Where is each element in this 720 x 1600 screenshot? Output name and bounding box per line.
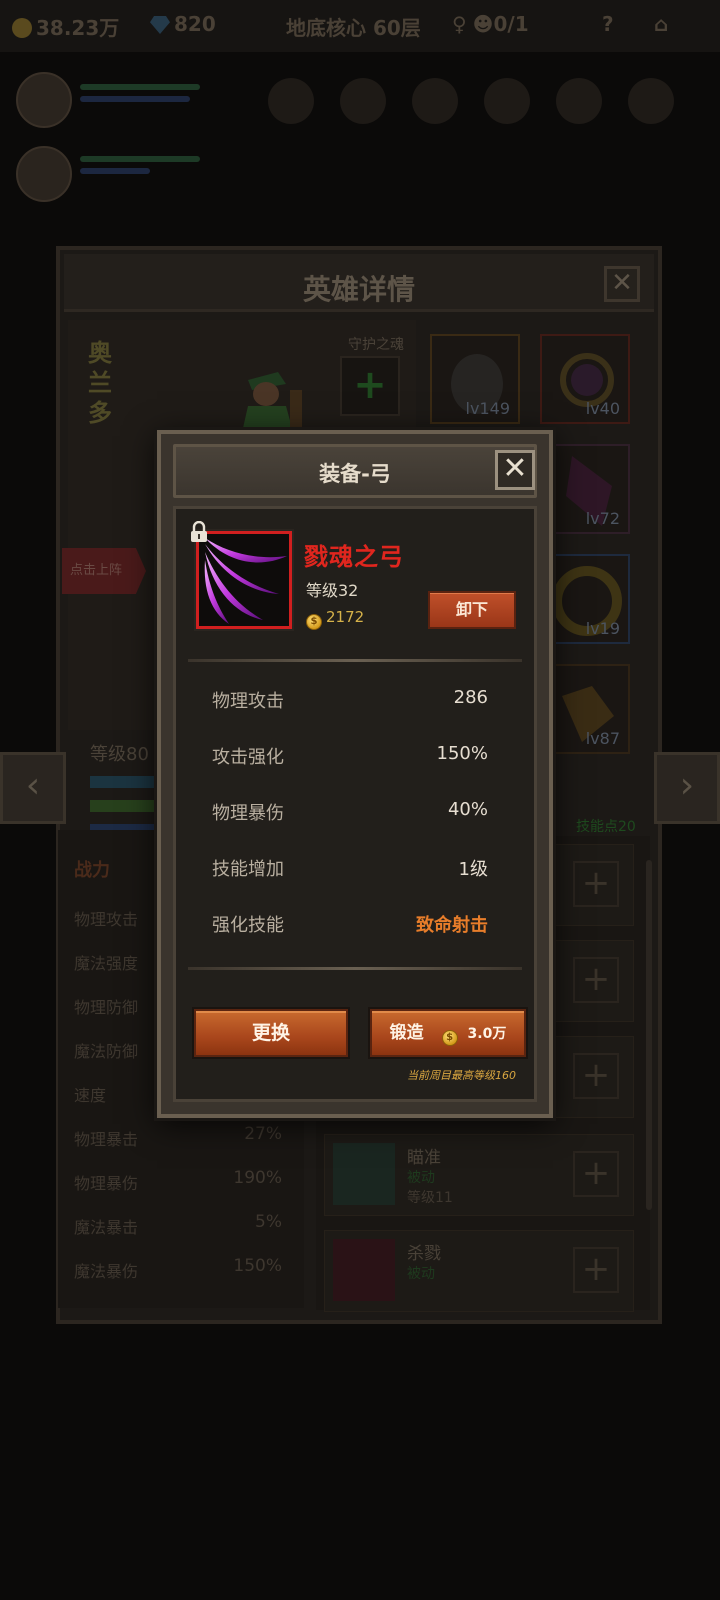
top-resource-bar: 38.23万 820 地底核心 60层 ♀ ☻0/1 ? ⌂ xyxy=(0,0,720,52)
item-level: 等级32 xyxy=(306,581,359,600)
coin-icon: $ xyxy=(306,614,322,630)
forge-max-level-note: 当前周目最高等级160 xyxy=(407,1069,516,1082)
aim-skill-icon xyxy=(333,1143,395,1205)
gold-icon xyxy=(12,18,32,38)
skill-level: 等级11 xyxy=(407,1190,453,1206)
equipment-slot-helmet[interactable]: lv149 xyxy=(430,334,520,424)
skill-slot-icon[interactable] xyxy=(412,78,458,124)
attribute-label: 物理暴伤 xyxy=(212,803,284,824)
skull-icon: ☻ xyxy=(472,12,494,36)
guard-soul-label: 守护之魂 xyxy=(348,337,404,353)
skill-slot-icon[interactable] xyxy=(556,78,602,124)
help-icon[interactable]: ? xyxy=(602,12,614,36)
hero-panel-close-button[interactable]: ✕ xyxy=(604,266,640,302)
stat-label: 魔法暴击 xyxy=(74,1218,139,1237)
attribute-label: 物理攻击 xyxy=(212,691,284,712)
divider xyxy=(188,967,522,970)
stat-label: 速度 xyxy=(74,1086,107,1105)
modal-close-button[interactable]: ✕ xyxy=(495,450,535,490)
gem-icon xyxy=(150,16,170,34)
previous-hero-button[interactable]: ‹ xyxy=(0,752,66,824)
equipment-slot-armor[interactable]: lv72 xyxy=(540,444,630,534)
attribute-label: 技能增加 xyxy=(212,859,284,880)
skill-type: 被动 xyxy=(407,1170,435,1186)
guard-soul-add-button[interactable]: + xyxy=(340,356,400,416)
key-icon: ♀ xyxy=(452,12,467,36)
equipment-slot-boots[interactable]: lv87 xyxy=(540,664,630,754)
modal-body: 戮魂之弓 等级32 $2172 卸下 物理攻击 286 攻击强化 150% 物理… xyxy=(173,506,537,1102)
stat-label: 物理暴伤 xyxy=(74,1174,139,1193)
equipment-detail-modal: 装备-弓 ✕ 戮魂之弓 等级32 $ 2172 卸下 物理攻击 286 攻击强化… xyxy=(157,430,553,1118)
stat-value: 5% xyxy=(255,1212,282,1232)
stat-label: 物理攻击 xyxy=(74,910,139,929)
enhanced-skill-value: 致命射击 xyxy=(416,915,488,936)
attribute-value: 286 xyxy=(453,687,488,708)
power-label: 战力 xyxy=(74,860,110,881)
modal-title: 装备-弓 xyxy=(319,462,391,486)
forge-cost: 3.0万 xyxy=(467,1026,507,1042)
skill-name: 杀戮 xyxy=(407,1244,441,1264)
skill-row: 杀戮 被动 + xyxy=(324,1230,634,1312)
hero-panel-title: 英雄详情 xyxy=(302,273,415,306)
mp-bar xyxy=(80,96,190,102)
purple-bow-icon xyxy=(204,538,287,624)
stat-value: 190% xyxy=(233,1168,282,1188)
replace-button[interactable]: 更换 xyxy=(194,1009,348,1057)
hero-avatar[interactable] xyxy=(16,72,72,128)
unequip-button[interactable]: 卸下 xyxy=(428,591,516,629)
hero-panel-header: 英雄详情 ✕ xyxy=(64,254,654,312)
home-icon[interactable]: ⌂ xyxy=(654,12,668,36)
stat-label: 物理暴击 xyxy=(74,1130,139,1149)
skill-name: 瞄准 xyxy=(407,1148,441,1168)
attribute-value: 150% xyxy=(436,743,488,764)
item-sell-price: $2172 xyxy=(306,608,364,630)
gold-counter: 38.23万 xyxy=(12,12,119,41)
divider xyxy=(188,659,522,662)
stat-label: 魔法暴伤 xyxy=(74,1262,139,1281)
hero-level: 等级80 xyxy=(90,744,149,765)
deploy-tag[interactable]: 点击上阵 xyxy=(62,548,146,594)
attribute-label: 强化技能 xyxy=(212,915,284,936)
attribute-value: 1级 xyxy=(458,859,488,880)
slaughter-skill-icon xyxy=(333,1239,395,1301)
skill-slot-icon[interactable] xyxy=(484,78,530,124)
skill-type: 被动 xyxy=(407,1266,435,1282)
coin-icon: $ xyxy=(441,1030,458,1046)
modal-header: 装备-弓 xyxy=(173,444,537,498)
stat-label: 魔法防御 xyxy=(74,1042,139,1061)
skill-upgrade-button[interactable]: + xyxy=(573,957,619,1003)
stat-label: 魔法强度 xyxy=(74,954,139,973)
stage-label: 地底核心 60层 xyxy=(286,16,421,40)
skill-row: 瞄准 被动 等级11 + xyxy=(324,1134,634,1216)
skills-scrollbar[interactable] xyxy=(646,860,652,1210)
hp-bar xyxy=(80,84,200,90)
attribute-label: 攻击强化 xyxy=(212,747,284,768)
skill-upgrade-button[interactable]: + xyxy=(573,1053,619,1099)
next-hero-button[interactable]: › xyxy=(654,752,720,824)
stat-value: 27% xyxy=(244,1124,282,1144)
gem-counter: 820 xyxy=(150,12,216,36)
skill-upgrade-button[interactable]: + xyxy=(573,1151,619,1197)
skill-slot-icon[interactable] xyxy=(268,78,314,124)
item-icon-frame[interactable] xyxy=(196,531,292,629)
skill-slot-icon[interactable] xyxy=(340,78,386,124)
equipment-slot-ring[interactable]: lv19 xyxy=(540,554,630,644)
item-name: 戮魂之弓 xyxy=(304,543,404,571)
stat-value: 150% xyxy=(233,1256,282,1276)
hp-bar xyxy=(80,156,200,162)
stat-label: 物理防御 xyxy=(74,998,139,1017)
skill-upgrade-button[interactable]: + xyxy=(573,1247,619,1293)
skill-slot-icon[interactable] xyxy=(628,78,674,124)
hero-name: 奥兰多 xyxy=(88,339,112,427)
hero-strip xyxy=(0,60,720,240)
lock-icon[interactable] xyxy=(190,521,208,543)
skill-points: 技能点20 xyxy=(576,819,636,835)
skill-upgrade-button[interactable]: + xyxy=(573,861,619,907)
mp-bar xyxy=(80,168,150,174)
hero-avatar[interactable] xyxy=(16,146,72,202)
attribute-value: 40% xyxy=(447,799,488,820)
forge-button[interactable]: 锻造 $3.0万 xyxy=(370,1009,526,1057)
key-counter: ♀ ☻0/1 xyxy=(452,12,529,36)
equipment-slot-amulet[interactable]: lv40 xyxy=(540,334,630,424)
